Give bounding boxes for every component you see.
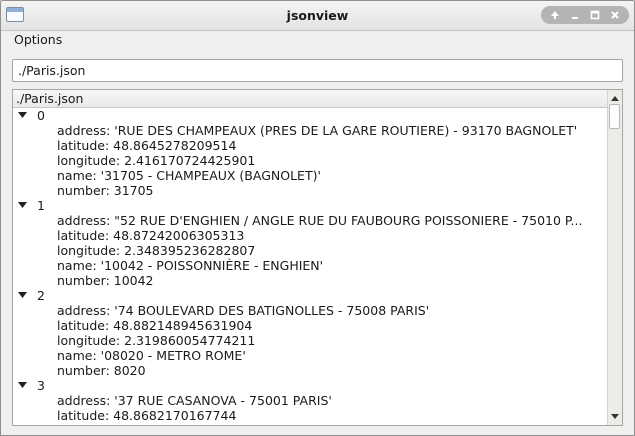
tree-item[interactable]: 0 [13,108,609,123]
tree-field[interactable]: address: 'RUE DES CHAMPEAUX (PRES DE LA … [13,123,609,138]
app-window: jsonview Options ./Paris.json 0address: … [0,0,635,436]
scroll-up-icon[interactable] [608,91,622,105]
scrollbar-thumb[interactable] [609,104,620,129]
tree-item[interactable]: 2 [13,288,609,303]
tree-column-header[interactable]: ./Paris.json [13,90,609,108]
tree-field[interactable]: name: '10042 - POISSONNIÈRE - ENGHIEN' [13,258,609,273]
json-tree-view[interactable]: ./Paris.json 0 address: 'RUE DES CHAMPEAU… [12,89,623,426]
tree-item-index: 3 [37,378,45,393]
tree-rows: 0 address: 'RUE DES CHAMPEAUX (PRES DE LA… [13,108,609,423]
menu-bar: Options [1,30,634,50]
maximize-icon[interactable] [587,7,603,23]
tree-field[interactable]: name: '08020 - METRO ROME' [13,348,609,363]
triangle-down-icon[interactable] [18,202,27,209]
minimize-icon[interactable] [567,7,583,23]
tree-header-label: ./Paris.json [16,91,84,106]
tree-item[interactable]: 1 [13,198,609,213]
tree-field[interactable]: latitude: 48.882148945631904 [13,318,609,333]
triangle-down-icon[interactable] [18,292,27,299]
close-icon[interactable] [607,7,623,23]
tree-field[interactable]: address: '74 BOULEVARD DES BATIGNOLLES -… [13,303,609,318]
arrow-up-icon[interactable] [547,7,563,23]
vertical-scrollbar[interactable] [607,90,622,425]
window-controls [541,6,629,24]
tree-item[interactable]: 3 [13,378,609,393]
triangle-down-icon[interactable] [18,382,27,389]
tree-field[interactable]: address: '37 RUE CASANOVA - 75001 PARIS' [13,393,609,408]
tree-field[interactable]: longitude: 2.348395236282807 [13,243,609,258]
file-path-input[interactable] [12,59,623,82]
menu-options[interactable]: Options [14,32,62,47]
tree-field[interactable]: number: 31705 [13,183,609,198]
tree-field[interactable]: number: 10042 [13,273,609,288]
triangle-down-icon[interactable] [18,112,27,119]
tree-item-index: 1 [37,198,45,213]
tree-field[interactable]: longitude: 2.416170724425901 [13,153,609,168]
title-bar[interactable]: jsonview [1,1,634,31]
tree-field[interactable]: latitude: 48.8682170167744 [13,408,609,423]
scroll-down-icon[interactable] [608,410,622,424]
tree-field[interactable]: latitude: 48.8645278209514 [13,138,609,153]
tree-field[interactable]: name: '31705 - CHAMPEAUX (BAGNOLET)' [13,168,609,183]
window-title: jsonview [286,8,349,23]
tree-item-index: 0 [37,108,45,123]
tree-field[interactable]: latitude: 48.87242006305313 [13,228,609,243]
tree-item-index: 2 [37,288,45,303]
tree-field[interactable]: address: "52 RUE D'ENGHIEN / ANGLE RUE D… [13,213,609,228]
tree-field[interactable]: number: 8020 [13,363,609,378]
tree-field[interactable]: longitude: 2.319860054774211 [13,333,609,348]
